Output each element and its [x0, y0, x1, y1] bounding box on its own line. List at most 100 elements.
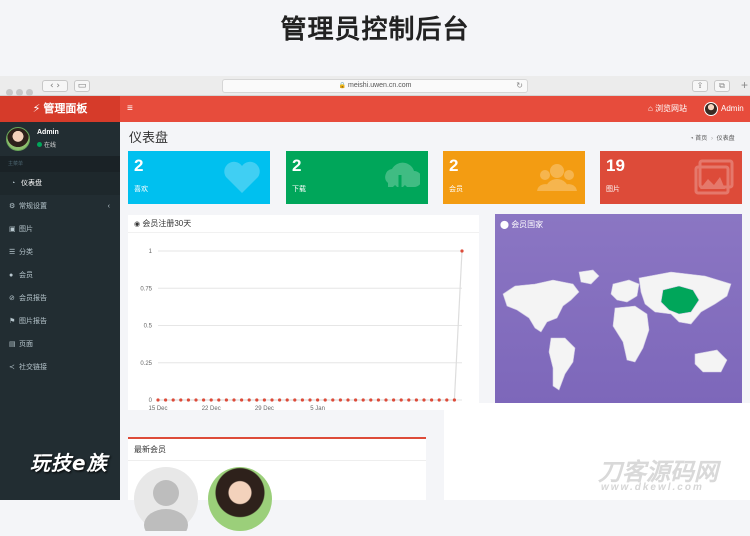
- settings-icon: ⚙: [9, 203, 16, 210]
- list-icon: ☰: [9, 249, 16, 256]
- europe-shape: [610, 279, 640, 303]
- y-tick-label: 0.75: [140, 286, 152, 292]
- latest-members-panel: 最新会员: [128, 437, 426, 536]
- member-avatar-photo[interactable]: [208, 467, 272, 531]
- data-point: [171, 398, 175, 402]
- data-point: [430, 398, 434, 402]
- users-icon: [537, 164, 577, 191]
- registration-line-chart: 00.250.50.75115 Dec22 Dec29 Dec5 Jan1: [140, 249, 464, 412]
- x-tick-label: 22 Dec: [202, 406, 221, 410]
- data-point: [156, 398, 160, 402]
- sidebar-toggle-icon[interactable]: ▭: [74, 80, 90, 92]
- data-point: [217, 398, 221, 402]
- stat-box-0[interactable]: 2 喜欢: [128, 151, 270, 204]
- world-map: [502, 269, 732, 391]
- stat-box-2[interactable]: 2 会员: [443, 151, 585, 204]
- south-america-shape: [548, 337, 576, 391]
- data-point: [392, 398, 396, 402]
- back-forward-buttons[interactable]: ‹ ›: [42, 80, 68, 92]
- data-point: [437, 398, 441, 402]
- watermark-url: www.dkewl.com: [601, 482, 704, 493]
- data-point: [346, 398, 350, 402]
- sidebar-item-label: 会员: [19, 272, 33, 279]
- breadcrumb-current: 仪表盘: [716, 136, 735, 142]
- stat-label: 下载: [292, 186, 306, 193]
- data-point: [255, 398, 259, 402]
- data-point: [384, 398, 388, 402]
- user-name: Admin: [37, 129, 59, 136]
- reload-icon[interactable]: ↻: [516, 80, 523, 92]
- stat-value: 2: [292, 156, 302, 175]
- member-country-map-panel: ⬤ 会员国家: [495, 214, 742, 403]
- sidebar-item-6[interactable]: ⚑ 图片报告: [0, 310, 120, 333]
- stat-box-3[interactable]: 19 图片: [600, 151, 742, 204]
- sidebar-item-label: 社交链接: [19, 364, 47, 371]
- brand-logo[interactable]: ⚡ 管理面板: [0, 96, 120, 122]
- sidebar-item-1[interactable]: ⚙ 常规设置 ‹: [0, 195, 120, 218]
- share-icon[interactable]: ⇪: [692, 80, 708, 92]
- flag-icon: ⚑: [9, 318, 16, 325]
- sidebar-item-label: 会员报告: [19, 295, 47, 302]
- members-panel-header: 最新会员: [128, 439, 426, 461]
- data-point: [293, 398, 297, 402]
- preview-site-link[interactable]: ⌂ 浏览网站: [648, 96, 687, 122]
- data-point: [240, 398, 244, 402]
- images-icon: [694, 159, 734, 195]
- sidebar-item-7[interactable]: ▤ 页面: [0, 333, 120, 356]
- stat-label: 喜欢: [134, 186, 148, 193]
- sidebar-item-8[interactable]: ≺ 社交链接: [0, 356, 120, 379]
- sidebar-item-label: 仪表盘: [21, 180, 42, 187]
- new-tab-icon[interactable]: +: [741, 78, 748, 92]
- stat-label: 图片: [606, 186, 620, 193]
- sidebar-item-2[interactable]: ▣ 图片: [0, 218, 120, 241]
- user-status: 在线: [37, 140, 56, 149]
- data-point: [452, 398, 456, 402]
- sidebar-item-5[interactable]: ⊘ 会员报告: [0, 287, 120, 310]
- north-america-shape: [502, 279, 580, 333]
- x-tick-label: 15 Dec: [148, 406, 167, 410]
- address-bar[interactable]: 🔒 meishi.uwen.cn.com ↻: [222, 79, 528, 93]
- share-icon: ≺: [9, 364, 15, 371]
- chart-title: 会员注册30天: [142, 219, 192, 228]
- avatar: [704, 101, 718, 116]
- y-tick-label: 0: [149, 398, 153, 404]
- nav-header: 主菜单: [0, 156, 120, 172]
- member-avatar-placeholder[interactable]: [134, 467, 198, 536]
- image-icon: ▣: [9, 226, 16, 233]
- user-panel: Admin 在线: [0, 122, 120, 156]
- sidebar: Admin 在线 主菜单 ◔ 仪表盘 ⚙ 常规设置 ‹ ▣ 图片 ☰ 分类 ● 会员 ⊘ 会员报告 ⚑ 图片…: [0, 122, 120, 500]
- sidebar-item-3[interactable]: ☰ 分类: [0, 241, 120, 264]
- data-point: [399, 398, 403, 402]
- user-silhouette-icon: [144, 480, 188, 536]
- user-icon: ●: [9, 272, 14, 279]
- stat-label: 会员: [449, 186, 463, 193]
- y-tick-label: 1: [149, 249, 153, 255]
- home-icon: ⌂: [648, 104, 656, 113]
- data-point: [262, 398, 266, 402]
- data-point: [460, 249, 464, 253]
- data-point: [361, 398, 365, 402]
- dashboard-icon: ◔: [690, 136, 694, 142]
- download-cloud-icon: [385, 162, 420, 195]
- x-tick-label: 29 Dec: [255, 406, 274, 410]
- data-point: [224, 398, 228, 402]
- sidebar-item-4[interactable]: ● 会员: [0, 264, 120, 287]
- sidebar-item-0[interactable]: ◔ 仪表盘: [0, 172, 120, 195]
- y-tick-label: 0.25: [140, 361, 152, 367]
- y-tick-label: 0.5: [144, 324, 153, 330]
- data-point: [308, 398, 312, 402]
- menu-toggle-icon[interactable]: ≡: [127, 96, 133, 122]
- data-point: [414, 398, 418, 402]
- data-point: [194, 398, 198, 402]
- data-point: [407, 398, 411, 402]
- registration-chart-panel: ◉ 会员注册30天 0 0.25 0.5 0.75 1 15 Dec 22 Dec 29 De…: [128, 215, 479, 412]
- breadcrumb-home[interactable]: 首页: [695, 136, 707, 142]
- tabs-icon[interactable]: ⧉: [714, 80, 730, 92]
- admin-user-menu[interactable]: Admin: [704, 101, 744, 117]
- admin-name: Admin: [721, 104, 744, 113]
- stat-box-1[interactable]: 2 下载: [286, 151, 428, 204]
- page-title: 仪表盘: [129, 130, 169, 145]
- preview-site-label: 浏览网站: [655, 104, 688, 113]
- data-point: [232, 398, 236, 402]
- avatar: [6, 127, 30, 151]
